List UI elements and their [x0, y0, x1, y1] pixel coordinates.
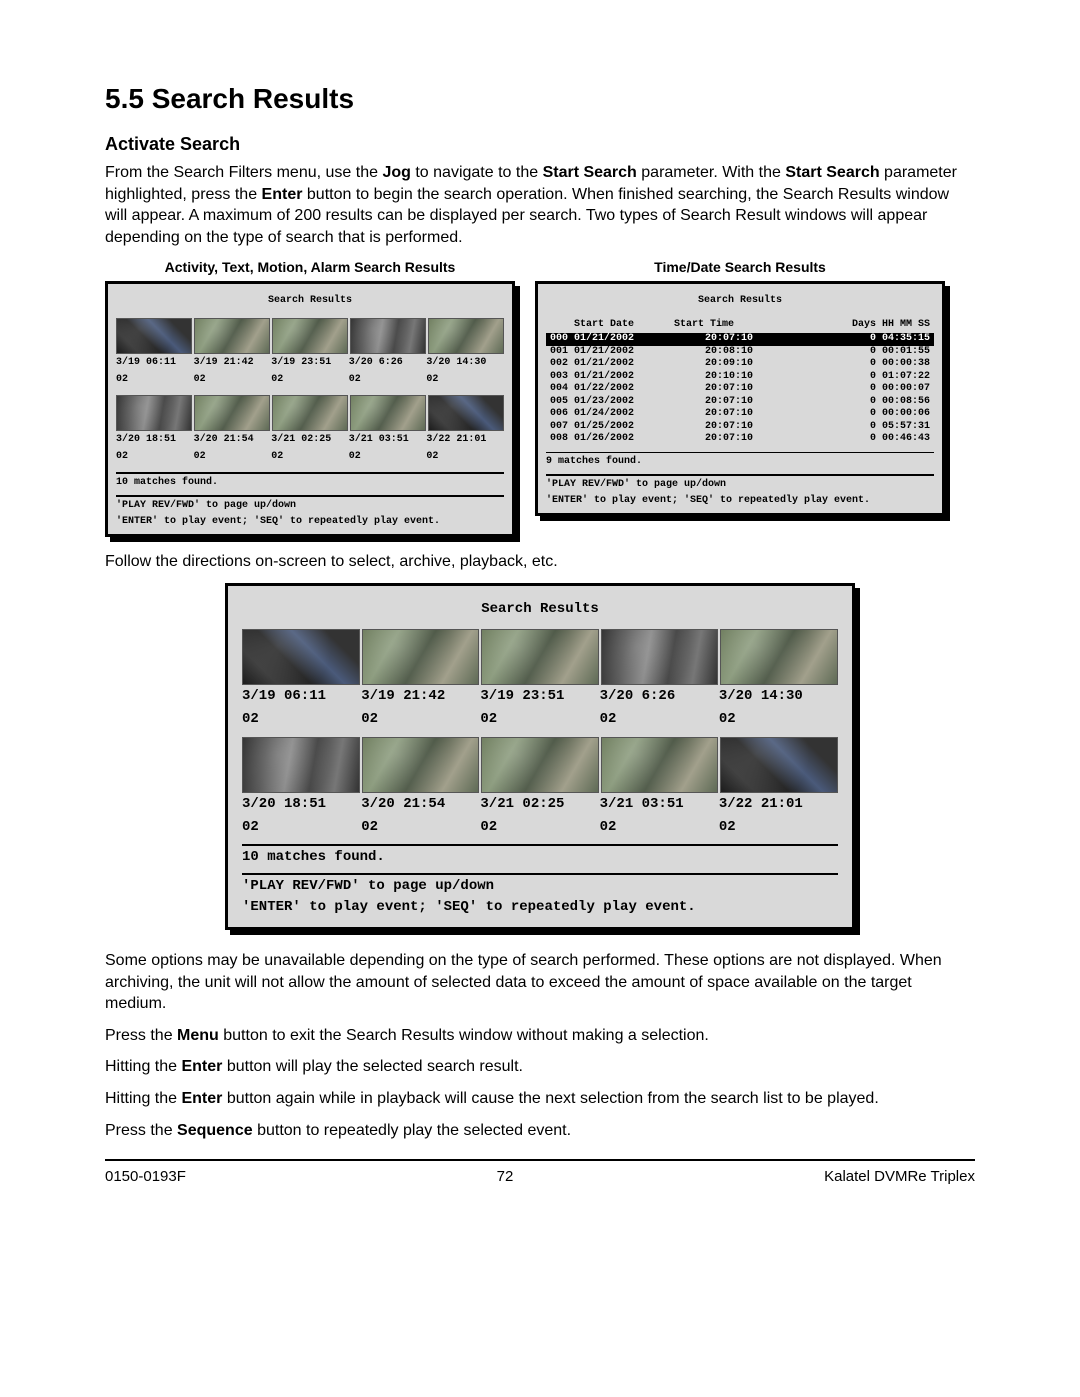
follow-directions-text: Follow the directions on-screen to selec… [105, 551, 975, 573]
section-title: 5.5 Search Results [105, 80, 975, 118]
activity-caption: Activity, Text, Motion, Alarm Search Res… [105, 258, 515, 277]
matches-found: 9 matches found. [546, 455, 934, 469]
thumbnail [481, 737, 599, 793]
td-rows-container: 00001/21/200220:07:100 04:35:1500101/21/… [546, 333, 934, 446]
timestamp-row: 3/20 18:513/20 21:543/21 02:253/21 03:51… [116, 433, 504, 447]
help-line-1: 'PLAY REV/FWD' to page up/down [242, 877, 838, 896]
thumbnail [481, 629, 599, 685]
td-row: 00401/22/200220:07:100 00:00:07 [546, 383, 934, 396]
thumbnail [194, 318, 270, 354]
help-line-2: 'ENTER' to play event; 'SEQ' to repeated… [116, 515, 504, 529]
matches-found: 10 matches found. [116, 476, 504, 490]
thumbnail [428, 318, 504, 354]
timedate-caption: Time/Date Search Results [535, 258, 945, 277]
td-row: 00801/26/200220:07:100 00:46:43 [546, 433, 934, 446]
channel-row: 0202020202 [116, 373, 504, 387]
panel-title: Search Results [116, 294, 504, 308]
timedate-results-panel: Search Results 000 Start Date Start Time… [535, 281, 945, 516]
thumbnail [601, 737, 719, 793]
matches-found: 10 matches found. [242, 848, 838, 867]
td-header-row: 000 Start Date Start Time Days HH MM SS [546, 318, 934, 332]
activity-results-column: Activity, Text, Motion, Alarm Search Res… [105, 258, 515, 537]
thumbnail [272, 318, 348, 354]
td-row: 00101/21/200220:08:100 00:01:55 [546, 346, 934, 359]
thumb-row-1 [116, 318, 504, 354]
timestamp-row: 3/20 18:513/20 21:543/21 02:253/21 03:51… [242, 795, 838, 814]
thumbnail [720, 737, 838, 793]
thumbnail [362, 737, 480, 793]
thumbnail [350, 318, 426, 354]
para-enter: Hitting the Enter button will play the s… [105, 1056, 975, 1078]
td-row: 00301/21/200220:10:100 01:07:22 [546, 371, 934, 384]
activity-results-panel: Search Results 3/19 06:113/19 21:423/19 … [105, 281, 515, 537]
td-row: 00701/25/200220:07:100 05:57:31 [546, 421, 934, 434]
td-row: 00001/21/200220:07:100 04:35:15 [546, 333, 934, 346]
thumb-row-1 [242, 629, 838, 685]
subheading-activate-search: Activate Search [105, 132, 975, 156]
two-column-panels: Activity, Text, Motion, Alarm Search Res… [105, 258, 975, 537]
help-line-1: 'PLAY REV/FWD' to page up/down [546, 478, 934, 492]
timestamp-row: 3/19 06:113/19 21:423/19 23:513/20 6:263… [116, 356, 504, 370]
thumbnail [194, 395, 270, 431]
timedate-results-column: Time/Date Search Results Search Results … [535, 258, 945, 537]
help-line-2: 'ENTER' to play event; 'SEQ' to repeated… [242, 898, 838, 917]
footer-docnum: 0150-0193F [105, 1167, 186, 1187]
thumbnail [350, 395, 426, 431]
timestamp-row: 3/19 06:113/19 21:423/19 23:513/20 6:263… [242, 687, 838, 706]
thumbnail [272, 395, 348, 431]
para-menu: Press the Menu button to exit the Search… [105, 1025, 975, 1047]
footer-product: Kalatel DVMRe Triplex [824, 1167, 975, 1187]
intro-paragraph: From the Search Filters menu, use the Jo… [105, 162, 975, 248]
large-results-panel: Search Results 3/19 06:113/19 21:423/19 … [225, 583, 855, 930]
para-enter-again: Hitting the Enter button again while in … [105, 1088, 975, 1110]
channel-row: 0202020202 [242, 710, 838, 729]
page-footer: 0150-0193F 72 Kalatel DVMRe Triplex [105, 1167, 975, 1187]
thumbnail [428, 395, 504, 431]
thumbnail [362, 629, 480, 685]
thumbnail [242, 737, 360, 793]
thumbnail [116, 318, 192, 354]
thumbnail [720, 629, 838, 685]
help-line-1: 'PLAY REV/FWD' to page up/down [116, 499, 504, 513]
td-row: 00501/23/200220:07:100 00:08:56 [546, 396, 934, 409]
thumbnail [116, 395, 192, 431]
channel-row: 0202020202 [242, 818, 838, 837]
td-row: 00201/21/200220:09:100 00:00:38 [546, 358, 934, 371]
thumbnail [242, 629, 360, 685]
thumb-row-2 [116, 395, 504, 431]
help-line-2: 'ENTER' to play event; 'SEQ' to repeated… [546, 494, 934, 508]
footer-rule [105, 1159, 975, 1161]
panel-title: Search Results [242, 600, 838, 619]
channel-row: 0202020202 [116, 450, 504, 464]
footer-pagenum: 72 [497, 1167, 514, 1187]
para-sequence: Press the Sequence button to repeatedly … [105, 1120, 975, 1142]
thumb-row-2 [242, 737, 838, 793]
para-options: Some options may be unavailable dependin… [105, 950, 975, 1015]
td-row: 00601/24/200220:07:100 00:00:06 [546, 408, 934, 421]
thumbnail [601, 629, 719, 685]
panel-title: Search Results [546, 294, 934, 308]
